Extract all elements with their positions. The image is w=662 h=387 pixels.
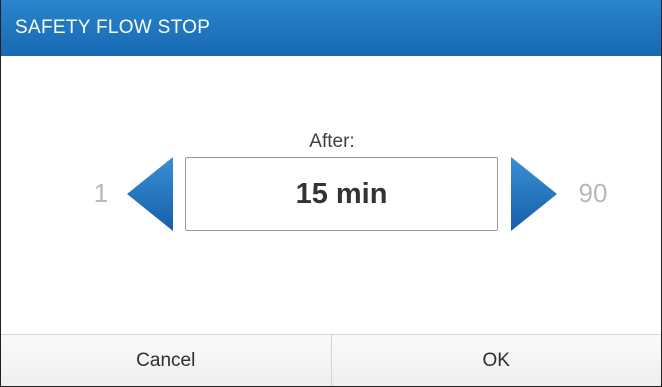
increase-button[interactable] bbox=[509, 157, 559, 231]
min-value-label: 1 bbox=[93, 178, 109, 208]
triangle-right-icon bbox=[511, 157, 557, 231]
dialog-footer: Cancel OK bbox=[1, 334, 662, 386]
duration-value: 15 min bbox=[295, 177, 388, 210]
after-label: After: bbox=[309, 131, 355, 152]
decrease-button[interactable] bbox=[125, 157, 175, 231]
ok-button[interactable]: OK bbox=[332, 335, 662, 386]
max-value-label: 90 bbox=[578, 178, 608, 208]
safety-flow-stop-dialog: SAFETY FLOW STOP After: 1 15 min 90 Canc… bbox=[0, 0, 662, 387]
dialog-title: SAFETY FLOW STOP bbox=[15, 17, 211, 38]
triangle-left-icon bbox=[127, 157, 173, 231]
cancel-button[interactable]: Cancel bbox=[1, 335, 332, 386]
duration-value-field[interactable]: 15 min bbox=[185, 157, 498, 231]
title-bar: SAFETY FLOW STOP bbox=[1, 0, 661, 56]
